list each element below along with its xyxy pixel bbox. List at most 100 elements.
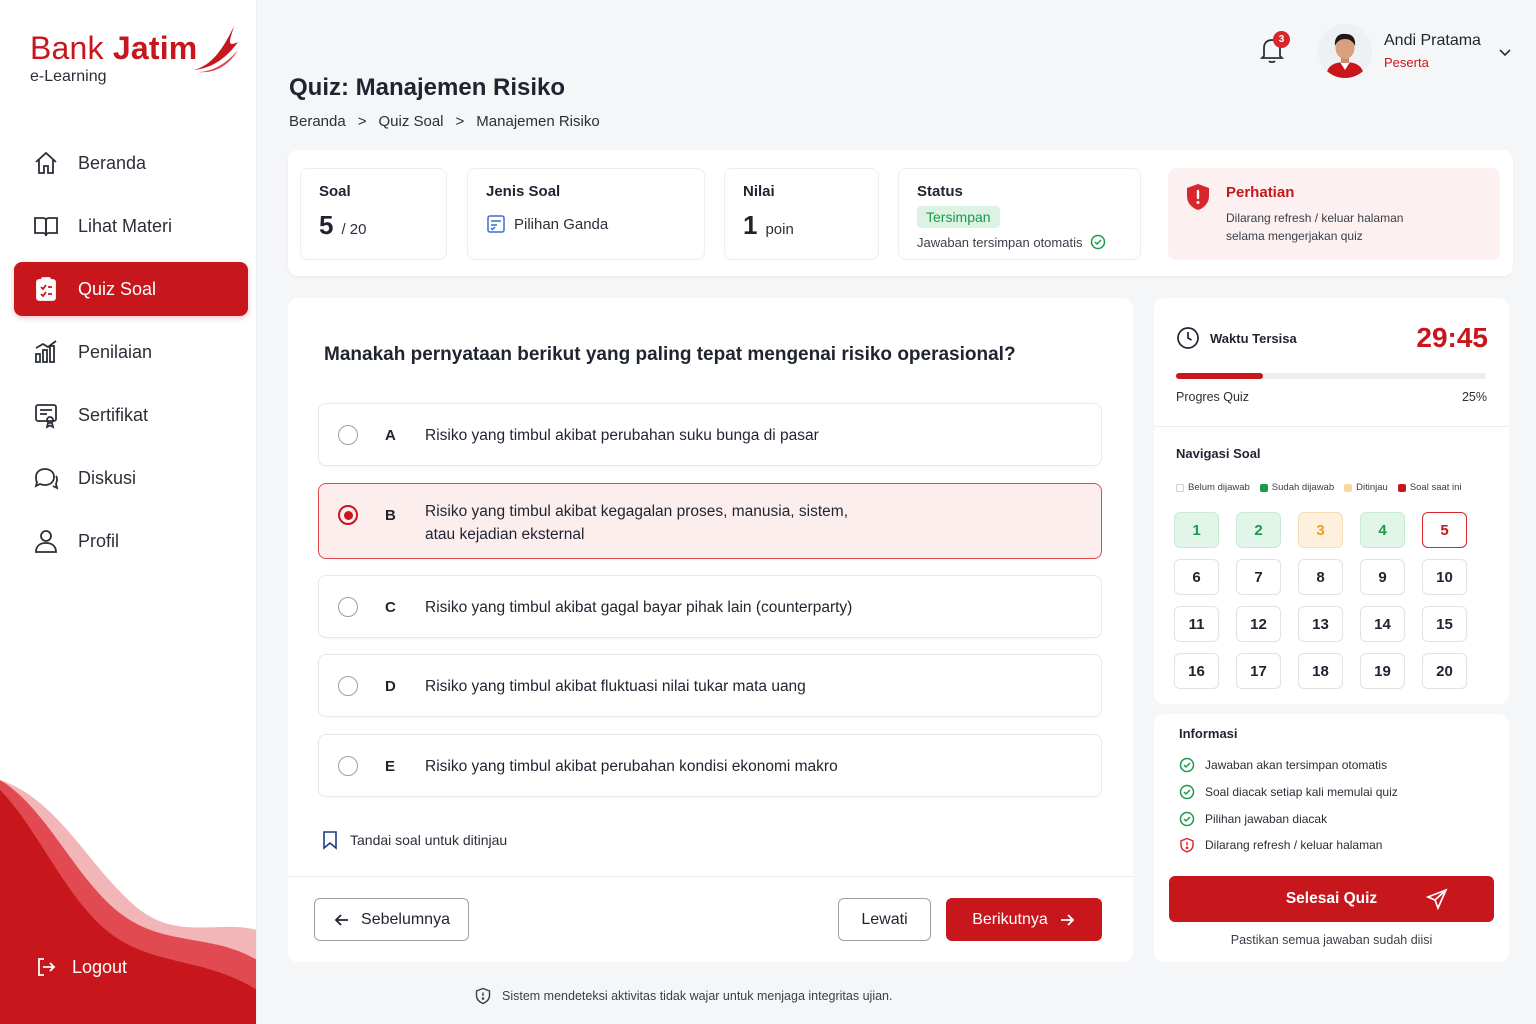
quiz-clipboard-icon — [36, 277, 56, 301]
skip-button[interactable]: Lewati — [838, 898, 931, 941]
next-button[interactable]: Berikutnya — [946, 898, 1102, 941]
option-radio[interactable] — [338, 676, 358, 696]
question-nav-10[interactable]: 10 — [1422, 559, 1467, 595]
question-nav-7[interactable]: 7 — [1236, 559, 1281, 595]
previous-label: Sebelumnya — [361, 910, 450, 928]
progress-label: Progres Quiz — [1176, 390, 1249, 404]
sidebar-item-label: Beranda — [78, 152, 147, 173]
logout-button[interactable]: Logout — [34, 955, 127, 979]
flag-label: Tandai soal untuk ditinjau — [350, 832, 508, 848]
sidebar-item-diskusi[interactable]: Diskusi — [14, 451, 248, 505]
sidebar-item-beranda[interactable]: Beranda — [14, 136, 248, 190]
certificate-icon — [35, 404, 57, 429]
question-nav-1[interactable]: 1 — [1174, 512, 1219, 548]
option-letter: C — [385, 599, 396, 616]
option-text-line-2: atau kejadian eksternal — [425, 526, 585, 543]
stat-soal-label: Soal — [319, 183, 351, 200]
breadcrumb-separator: > — [455, 113, 465, 130]
quiz-info-strip: Soal 5 / 20 Jenis Soal Pilihan Ganda Nil… — [288, 150, 1513, 276]
question-text: Manakah pernyataan berikut yang paling t… — [324, 344, 1016, 365]
question-nav-16[interactable]: 16 — [1174, 653, 1219, 689]
finish-note: Pastikan semua jawaban sudah diisi — [1230, 933, 1433, 947]
breadcrumb: Beranda > Quiz Soal > Manajemen Risiko — [289, 113, 600, 130]
brand-wing-icon — [194, 26, 238, 73]
shield-icon — [475, 987, 491, 1005]
check-circle-icon — [1179, 784, 1195, 800]
arrow-right-icon — [1060, 913, 1075, 926]
flag-for-review-toggle[interactable]: Tandai soal untuk ditinjau — [322, 830, 507, 850]
question-nav-8[interactable]: 8 — [1298, 559, 1343, 595]
option-text: Risiko yang timbul akibat perubahan suku… — [425, 427, 819, 444]
question-nav-4[interactable]: 4 — [1360, 512, 1405, 548]
quiz-progress-bar — [1176, 373, 1486, 379]
option-text: Risiko yang timbul akibat gagal bayar pi… — [425, 599, 853, 616]
stat-jenis-card: Jenis Soal Pilihan Ganda — [467, 168, 705, 260]
option-radio[interactable] — [338, 597, 358, 617]
question-navigation-title: Navigasi Soal — [1176, 446, 1261, 461]
warning-title: Perhatian — [1226, 184, 1295, 201]
timer-label: Waktu Tersisa — [1210, 330, 1297, 346]
option-letter: D — [385, 678, 396, 695]
logout-icon — [38, 958, 56, 976]
question-nav-9[interactable]: 9 — [1360, 559, 1405, 595]
stat-jenis-label: Jenis Soal — [486, 183, 561, 200]
bar-chart-icon — [35, 340, 57, 363]
book-icon — [34, 217, 58, 237]
breadcrumb-item-beranda[interactable]: Beranda — [289, 113, 346, 130]
brand-logo[interactable]: Bank Jatim e-Learning — [30, 26, 238, 86]
page-title: Quiz: Manajemen Risiko — [289, 74, 566, 101]
brand-subtitle: e-Learning — [30, 68, 107, 85]
question-nav-14[interactable]: 14 — [1360, 606, 1405, 642]
option-e[interactable]: E Risiko yang timbul akibat perubahan ko… — [318, 734, 1102, 797]
option-text: Risiko yang timbul akibat kegagalan pros… — [425, 503, 849, 520]
info-item: Soal diacak setiap kali memulai quiz — [1179, 779, 1398, 806]
question-nav-6[interactable]: 6 — [1174, 559, 1219, 595]
stat-soal-current: 5 — [319, 210, 334, 240]
question-nav-18[interactable]: 18 — [1298, 653, 1343, 689]
question-nav-17[interactable]: 17 — [1236, 653, 1281, 689]
timer-value: 29:45 — [1416, 322, 1488, 353]
option-radio[interactable] — [338, 756, 358, 776]
question-nav-5[interactable]: 5 — [1422, 512, 1467, 548]
chevron-down-icon[interactable] — [1497, 44, 1513, 60]
question-nav-3[interactable]: 3 — [1298, 512, 1343, 548]
user-avatar-icon — [1318, 24, 1372, 78]
sidebar-item-profil[interactable]: Profil — [14, 514, 248, 568]
option-radio[interactable] — [338, 425, 358, 445]
sidebar-item-quiz-soal[interactable]: Quiz Soal — [14, 262, 248, 316]
breadcrumb-item-current: Manajemen Risiko — [476, 113, 600, 130]
legend-unanswered: Belum dijawab — [1176, 482, 1250, 493]
sidebar-item-sertifikat[interactable]: Sertifikat — [14, 388, 248, 442]
option-c[interactable]: C Risiko yang timbul akibat gagal bayar … — [318, 575, 1102, 638]
question-nav-13[interactable]: 13 — [1298, 606, 1343, 642]
previous-button[interactable]: Sebelumnya — [314, 898, 469, 941]
question-nav-11[interactable]: 11 — [1174, 606, 1219, 642]
avatar[interactable] — [1318, 24, 1372, 78]
option-a[interactable]: A Risiko yang timbul akibat perubahan su… — [318, 403, 1102, 466]
finish-quiz-label: Selesai Quiz — [1285, 890, 1378, 907]
finish-quiz-button[interactable]: Selesai Quiz — [1169, 876, 1494, 922]
option-d[interactable]: D Risiko yang timbul akibat fluktuasi ni… — [318, 654, 1102, 717]
user-name[interactable]: Andi Pratama — [1384, 32, 1481, 50]
question-nav-15[interactable]: 15 — [1422, 606, 1467, 642]
breadcrumb-item-quiz-soal[interactable]: Quiz Soal — [378, 113, 443, 130]
status-badge: Tersimpan — [917, 206, 1000, 228]
option-radio-selected[interactable] — [338, 505, 358, 525]
sidebar-item-label: Quiz Soal — [78, 278, 157, 299]
question-nav-20[interactable]: 20 — [1422, 653, 1467, 689]
sidebar-item-lihat-materi[interactable]: Lihat Materi — [14, 199, 248, 253]
legend-answered: Sudah dijawab — [1259, 482, 1334, 493]
chat-icon — [34, 468, 59, 490]
option-letter: A — [385, 427, 396, 444]
question-nav-12[interactable]: 12 — [1236, 606, 1281, 642]
question-nav-2[interactable]: 2 — [1236, 512, 1281, 548]
sidebar-item-label: Profil — [78, 530, 120, 551]
question-nav-19[interactable]: 19 — [1360, 653, 1405, 689]
info-item: Pilihan jawaban diacak — [1179, 805, 1398, 832]
sidebar-item-penilaian[interactable]: Penilaian — [14, 325, 248, 379]
sidebar-nav: Beranda Lihat Materi Quiz Soal Penilaian… — [14, 136, 248, 577]
integrity-notice-text: Sistem mendeteksi aktivitas tidak wajar … — [502, 989, 893, 1003]
brand-name-part1: Bank — [30, 30, 104, 66]
option-b[interactable]: B Risiko yang timbul akibat kegagalan pr… — [318, 483, 1102, 559]
timer-navigation-card: Waktu Tersisa 29:45 Progres Quiz 25% Nav… — [1154, 298, 1509, 704]
